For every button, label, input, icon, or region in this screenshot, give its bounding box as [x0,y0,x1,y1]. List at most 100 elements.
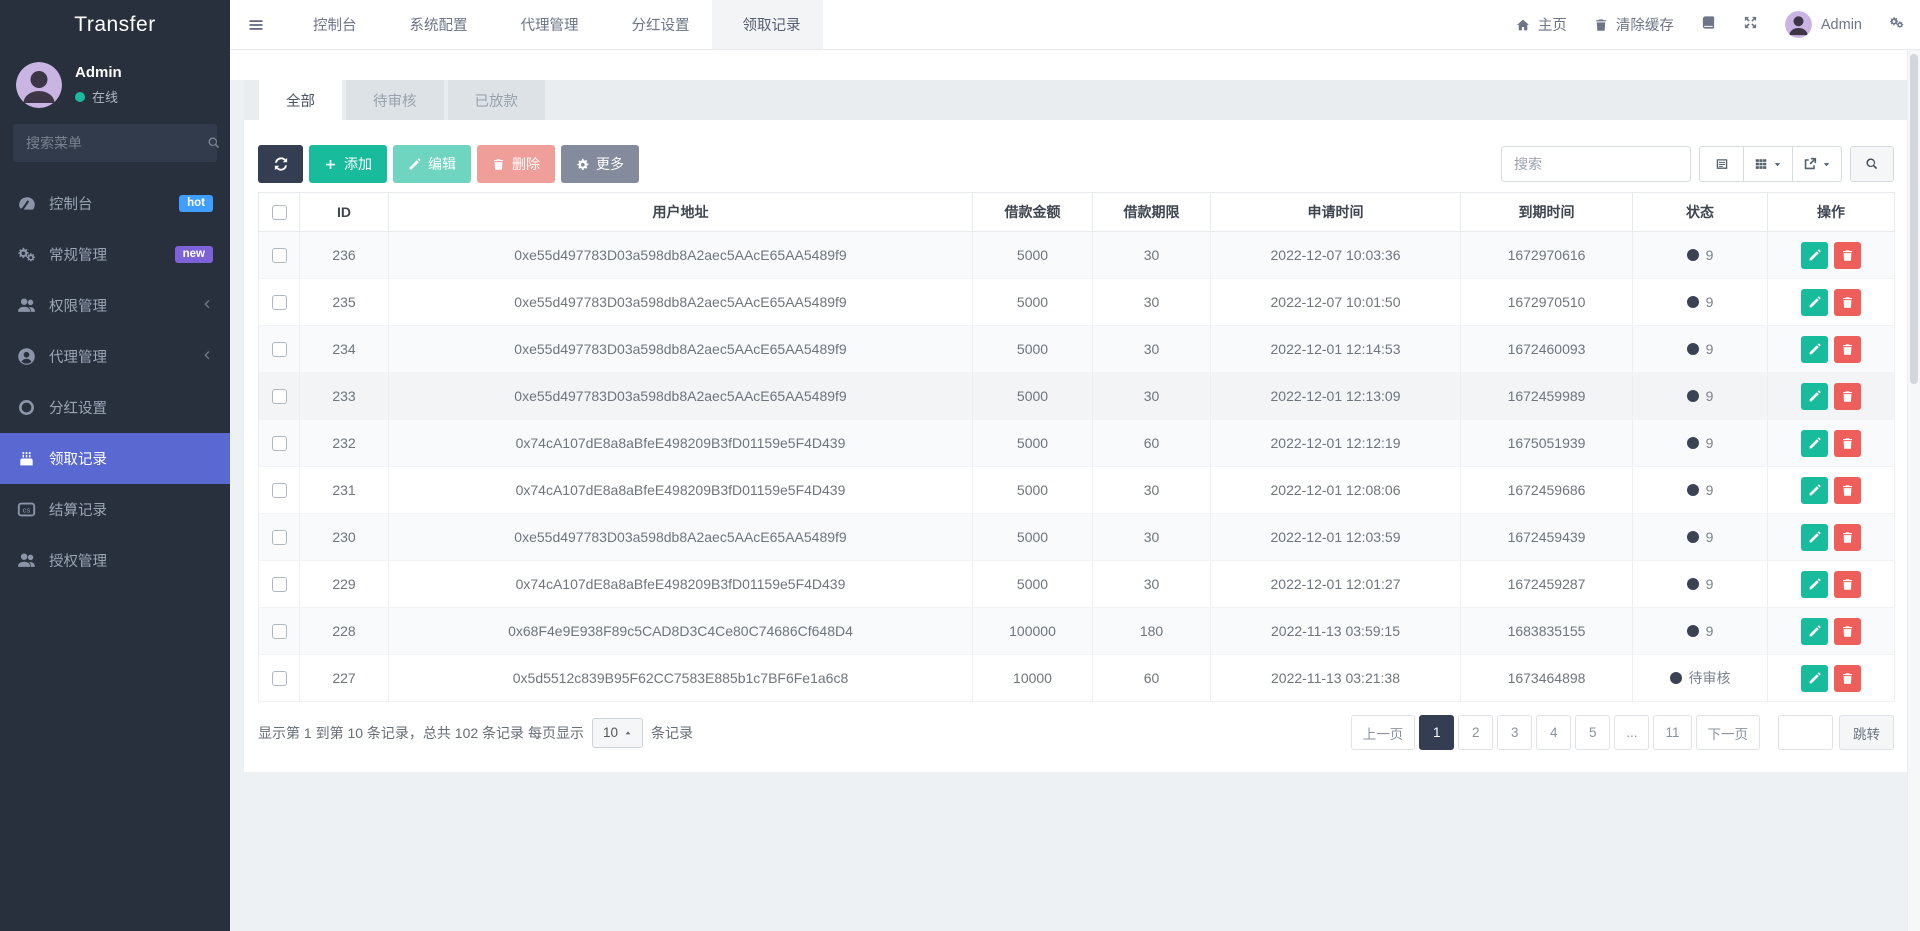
sidebar-item[interactable]: 领取记录 [0,433,230,484]
status-dot-icon [1687,296,1699,308]
sidebar-toggle-button[interactable] [230,0,282,49]
svg-text:cs: cs [23,506,31,515]
cell-actions [1768,655,1895,702]
row-delete-button[interactable] [1834,242,1861,269]
row-delete-button[interactable] [1834,336,1861,363]
nav-tab[interactable]: 代理管理 [490,0,601,49]
row-edit-button[interactable] [1801,430,1828,457]
cell-actions [1768,232,1895,279]
more-button[interactable]: 更多 [561,145,639,183]
row-edit-button[interactable] [1801,618,1828,645]
content-tab[interactable]: 全部 [259,80,342,120]
detail-view-button[interactable] [1699,146,1744,182]
cell-id: 230 [300,514,389,561]
cell-id: 235 [300,279,389,326]
cell-due-time: 1672459686 [1461,467,1633,514]
next-page-button[interactable]: 下一页 [1696,715,1761,750]
columns-button[interactable] [1744,146,1793,182]
pagination: 上一页12345...11下一页 跳转 [1347,715,1894,750]
fullscreen-button[interactable] [1743,15,1758,34]
nav-tab[interactable]: 控制台 [282,0,379,49]
row-delete-button[interactable] [1834,665,1861,692]
jump-button[interactable]: 跳转 [1839,715,1894,750]
gears-icon [17,247,36,262]
row-checkbox[interactable] [272,342,287,357]
delete-button[interactable]: 删除 [477,145,555,183]
sidebar-item[interactable]: 权限管理 [0,280,230,331]
row-checkbox[interactable] [272,389,287,404]
page-button[interactable]: 5 [1575,715,1610,750]
export-button[interactable] [1793,146,1842,182]
page-button[interactable]: 1 [1419,715,1454,750]
add-button-label: 添加 [344,154,372,174]
row-checkbox[interactable] [272,295,287,310]
page-button[interactable]: 2 [1458,715,1493,750]
clear-cache-link[interactable]: 清除缓存 [1594,14,1674,35]
table-search-input[interactable] [1501,146,1691,182]
edit-button[interactable]: 编辑 [393,145,471,183]
row-edit-button[interactable] [1801,336,1828,363]
jump-page-input[interactable] [1778,715,1833,750]
row-checkbox[interactable] [272,483,287,498]
row-checkbox[interactable] [272,530,287,545]
content-tab[interactable]: 已放款 [448,80,546,120]
row-edit-button[interactable] [1801,242,1828,269]
page-size-select[interactable]: 10 [592,718,643,748]
refresh-button[interactable] [258,145,303,183]
cell-apply-time: 2022-11-13 03:21:38 [1211,655,1461,702]
nav-tab[interactable]: 分红设置 [601,0,712,49]
sidebar-item[interactable]: 控制台hot [0,178,230,229]
row-delete-button[interactable] [1834,524,1861,551]
sidebar-item[interactable]: 授权管理 [0,535,230,586]
row-delete-button[interactable] [1834,571,1861,598]
nav-tab[interactable]: 系统配置 [379,0,490,49]
row-delete-button[interactable] [1834,477,1861,504]
row-delete-button[interactable] [1834,618,1861,645]
row-checkbox[interactable] [272,577,287,592]
row-edit-button[interactable] [1801,383,1828,410]
search-submit-button[interactable] [1850,146,1894,182]
add-button[interactable]: 添加 [309,145,387,183]
view-button-group [1699,146,1842,182]
row-delete-button[interactable] [1834,289,1861,316]
menu-search-input[interactable] [26,135,207,151]
tachometer-icon [17,194,36,213]
avatar[interactable] [16,62,62,108]
row-checkbox[interactable] [272,671,287,686]
navbar-right: 主页 清除缓存 Admin [1516,0,1920,49]
row-delete-button[interactable] [1834,430,1861,457]
cell-id: 229 [300,561,389,608]
sidebar-item[interactable]: 代理管理 [0,331,230,382]
user-menu[interactable]: Admin [1785,11,1862,38]
navbar-avatar [1785,11,1812,38]
settings-button[interactable] [1889,15,1904,34]
page-button[interactable]: 3 [1497,715,1532,750]
nav-tab[interactable]: 领取记录 [712,0,823,49]
row-checkbox[interactable] [272,624,287,639]
sidebar-item[interactable]: 分红设置 [0,382,230,433]
sidebar-item[interactable]: 常规管理new [0,229,230,280]
row-delete-button[interactable] [1834,383,1861,410]
cell-checkbox [259,279,300,326]
navbar-tabs: 控制台系统配置代理管理分红设置领取记录 [282,0,823,49]
summary-suffix: 条记录 [651,723,693,743]
docs-button[interactable] [1701,15,1716,34]
row-edit-button[interactable] [1801,477,1828,504]
cell-term: 30 [1093,467,1211,514]
row-edit-button[interactable] [1801,665,1828,692]
content-tab[interactable]: 待审核 [346,80,444,120]
sidebar-item[interactable]: cs结算记录 [0,484,230,535]
prev-page-button[interactable]: 上一页 [1351,715,1416,750]
row-edit-button[interactable] [1801,571,1828,598]
row-checkbox[interactable] [272,436,287,451]
home-link[interactable]: 主页 [1516,14,1567,35]
row-checkbox[interactable] [272,248,287,263]
row-edit-button[interactable] [1801,289,1828,316]
scrollbar[interactable] [1907,50,1920,931]
page-button[interactable]: 11 [1653,715,1691,750]
row-edit-button[interactable] [1801,524,1828,551]
page-button[interactable]: 4 [1536,715,1571,750]
cell-address: 0x5d5512c839B95F62CC7583E885b1c7BF6Fe1a6… [389,655,973,702]
scrollbar-thumb[interactable] [1910,54,1918,384]
select-all-checkbox[interactable] [272,205,287,220]
